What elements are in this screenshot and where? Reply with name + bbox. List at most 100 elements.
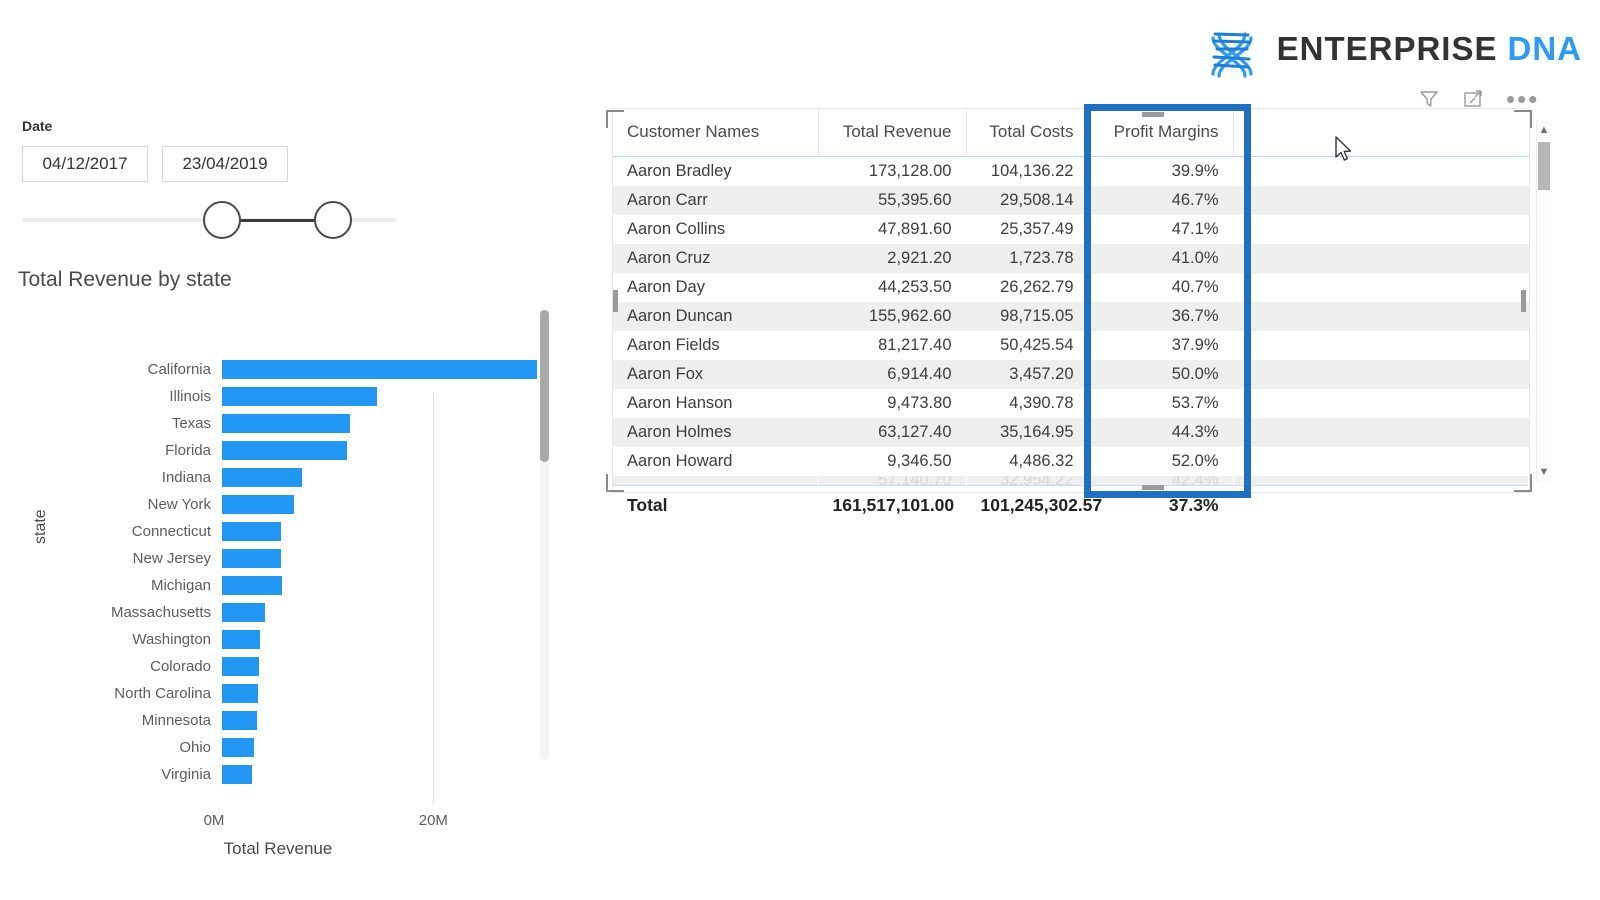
chart-bar[interactable] bbox=[222, 441, 348, 460]
cell-customer-name: Aaron Fox bbox=[613, 360, 818, 389]
table-row[interactable]: Aaron Holmes 63,127.40 35,164.95 44.3% bbox=[613, 418, 1529, 447]
chart-category-label: North Carolina bbox=[114, 685, 211, 702]
chart-bar[interactable] bbox=[222, 738, 254, 757]
slicer-start-date-input[interactable]: 04/12/2017 bbox=[22, 146, 148, 182]
chart-bar[interactable] bbox=[222, 765, 252, 784]
total-costs: 101,245,302.57 bbox=[965, 485, 1102, 526]
chart-bar-row[interactable]: Washington bbox=[63, 626, 553, 653]
chart-bar-row[interactable]: New York bbox=[63, 491, 553, 518]
chart-bar-row[interactable]: Virginia bbox=[63, 761, 553, 788]
cell-total-revenue: 9,473.80 bbox=[887, 394, 952, 412]
chart-bar-row[interactable]: Massachusetts bbox=[63, 599, 553, 626]
date-range-slider[interactable] bbox=[22, 196, 397, 242]
chart-scrollbar-thumb[interactable] bbox=[540, 310, 549, 462]
visual-resize-handle-top-right[interactable] bbox=[1514, 110, 1532, 128]
chart-bar[interactable] bbox=[222, 657, 260, 676]
chart-vertical-scrollbar[interactable] bbox=[540, 308, 549, 760]
table-row[interactable]: Aaron Duncan 155,962.60 98,715.05 36.7% bbox=[613, 302, 1529, 331]
slider-handle-start[interactable] bbox=[203, 201, 241, 239]
table-row-clipped[interactable]: 57,140.70 32,954.22 42.4% bbox=[613, 476, 1529, 486]
visual-resize-handle-bottom-right[interactable] bbox=[1514, 474, 1532, 492]
chart-bar-row[interactable]: Ohio bbox=[63, 734, 553, 761]
focus-mode-icon[interactable] bbox=[1462, 88, 1484, 110]
table-row[interactable]: Aaron Day 44,253.50 26,262.79 40.7% bbox=[613, 273, 1529, 302]
chart-bar[interactable] bbox=[222, 630, 261, 649]
mouse-pointer-icon bbox=[1335, 136, 1352, 161]
chart-bar-row[interactable]: California bbox=[63, 356, 553, 383]
chart-bar[interactable] bbox=[222, 549, 282, 568]
visual-resize-handle-bottom-left[interactable] bbox=[606, 474, 624, 492]
table-row[interactable]: Aaron Fields 81,217.40 50,425.54 37.9% bbox=[613, 331, 1529, 360]
visual-resize-handle-top-left[interactable] bbox=[606, 110, 624, 128]
cell-profit-margin: 52.0% bbox=[1171, 452, 1219, 470]
brand-name-primary: ENTERPRISE bbox=[1276, 30, 1498, 67]
cell-blank bbox=[1233, 331, 1529, 360]
chart-category-label: Virginia bbox=[161, 766, 211, 783]
chart-bar-row[interactable]: Texas bbox=[63, 410, 553, 437]
chart-bar-row[interactable]: Connecticut bbox=[63, 518, 553, 545]
cell-blank bbox=[1233, 447, 1529, 476]
chart-bar[interactable] bbox=[222, 684, 259, 703]
table-row[interactable]: Aaron Fox 6,914.40 3,457.20 50.0% bbox=[613, 360, 1529, 389]
chart-bar-row[interactable]: New Jersey bbox=[63, 545, 553, 572]
chart-bar[interactable] bbox=[222, 603, 265, 622]
table-vertical-scrollbar[interactable]: ▲ ▼ bbox=[1536, 120, 1551, 482]
chart-bar-row[interactable]: Michigan bbox=[63, 572, 553, 599]
chart-bar[interactable] bbox=[222, 576, 283, 595]
chart-bar-row[interactable]: Minnesota bbox=[63, 707, 553, 734]
scroll-down-arrow-icon[interactable]: ▼ bbox=[1537, 464, 1551, 480]
slicer-end-date-input[interactable]: 23/04/2019 bbox=[162, 146, 288, 182]
table-row[interactable]: Aaron Cruz 2,921.20 1,723.78 41.0% bbox=[613, 244, 1529, 273]
table-row[interactable]: Aaron Carr 55,395.60 29,508.14 46.7% bbox=[613, 186, 1529, 215]
total-revenue-by-state-chart[interactable]: Total Revenue by state state California I… bbox=[18, 268, 578, 858]
cell-customer-name bbox=[613, 476, 818, 486]
dna-helix-icon bbox=[1211, 32, 1253, 78]
table-scrollbar-thumb[interactable] bbox=[1538, 142, 1550, 190]
chart-bar-row[interactable]: Illinois bbox=[63, 383, 553, 410]
date-slicer[interactable]: Date 04/12/2017 23/04/2019 bbox=[22, 118, 422, 242]
visual-header-icons[interactable]: ••• bbox=[1418, 86, 1539, 112]
chart-bar[interactable] bbox=[222, 360, 537, 379]
scroll-up-arrow-icon[interactable]: ▲ bbox=[1537, 122, 1551, 138]
table-total-row: Total 161,517,101.00 101,245,302.57 37.3% bbox=[613, 485, 1529, 526]
cell-profit-margin: 46.7% bbox=[1088, 186, 1233, 215]
chart-category-label: Washington bbox=[132, 631, 211, 648]
chart-bar-row[interactable]: Colorado bbox=[63, 653, 553, 680]
visual-resize-handle-bottom[interactable] bbox=[1142, 485, 1164, 490]
total-revenue: 161,517,101.00 bbox=[817, 485, 966, 526]
chart-bar[interactable] bbox=[222, 495, 295, 514]
chart-x-tick-label: 0M bbox=[203, 812, 225, 829]
cell-total-revenue: 55,395.60 bbox=[818, 186, 966, 215]
chart-bar-row[interactable]: North Carolina bbox=[63, 680, 553, 707]
column-header-total-revenue[interactable]: Total Revenue bbox=[818, 109, 967, 157]
chart-bar-row[interactable]: Florida bbox=[63, 437, 553, 464]
chart-plot-area: California Illinois Texas Florida Indiana New… bbox=[63, 356, 553, 804]
table-row[interactable]: Aaron Bradley 173,128.00 104,136.22 39.9% bbox=[613, 157, 1529, 187]
chart-bar[interactable] bbox=[222, 711, 258, 730]
chart-bar[interactable] bbox=[222, 387, 377, 406]
cell-total-costs: 32,954.22 bbox=[966, 476, 1088, 486]
customer-table-visual[interactable]: Customer Names Total Revenue Total Costs… bbox=[612, 108, 1530, 526]
visual-resize-handle-left[interactable] bbox=[613, 290, 618, 312]
chart-x-tick-label: 20M bbox=[418, 812, 448, 829]
chart-bar[interactable] bbox=[222, 468, 303, 487]
cell-customer-name: Aaron Collins bbox=[627, 220, 726, 238]
cell-profit-margin: 50.0% bbox=[1088, 360, 1233, 389]
cell-customer-name: Aaron Cruz bbox=[613, 244, 818, 273]
chart-bar[interactable] bbox=[222, 522, 282, 541]
chart-category-label: Indiana bbox=[161, 469, 211, 486]
cell-total-revenue: 173,128.00 bbox=[868, 162, 952, 180]
chart-bar[interactable] bbox=[222, 414, 351, 433]
column-header-total-costs[interactable]: Total Costs bbox=[966, 109, 1089, 157]
chart-bar-row[interactable]: Indiana bbox=[63, 464, 553, 491]
visual-resize-handle-top[interactable] bbox=[1142, 112, 1164, 117]
more-options-button[interactable]: ••• bbox=[1506, 86, 1539, 112]
column-header-customer-names[interactable]: Customer Names bbox=[613, 109, 819, 157]
table-row[interactable]: Aaron Collins 47,891.60 25,357.49 47.1% bbox=[613, 215, 1529, 244]
filter-funnel-icon[interactable] bbox=[1418, 88, 1440, 110]
chart-category-label: California bbox=[147, 361, 211, 378]
visual-resize-handle-right[interactable] bbox=[1521, 290, 1526, 312]
table-row[interactable]: Aaron Hanson 9,473.80 4,390.78 53.7% bbox=[613, 389, 1529, 418]
slider-handle-end[interactable] bbox=[314, 201, 352, 239]
table-row[interactable]: Aaron Howard 9,346.50 4,486.32 52.0% bbox=[613, 447, 1529, 476]
